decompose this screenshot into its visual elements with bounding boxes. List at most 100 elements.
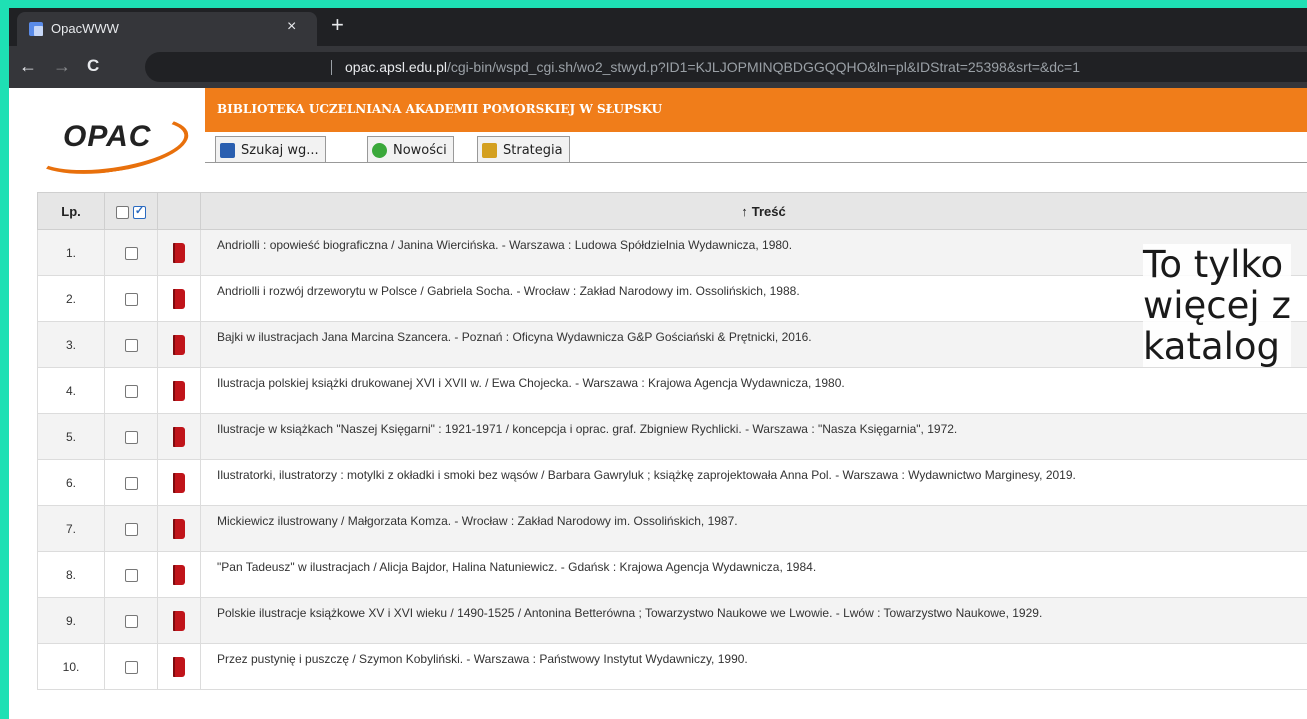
overlay-line: więcej z bbox=[1143, 284, 1291, 327]
tab-label: Strategia bbox=[503, 142, 563, 158]
tab-strategia[interactable]: Strategia bbox=[477, 136, 570, 163]
tab-szukaj[interactable]: Szukaj wg... bbox=[215, 136, 326, 163]
column-header-type bbox=[157, 192, 201, 230]
book-icon[interactable] bbox=[173, 518, 185, 539]
row-type-cell bbox=[157, 505, 201, 552]
row-type-cell bbox=[157, 275, 201, 322]
tresc-label: Treść bbox=[751, 203, 786, 219]
tab-label: Nowości bbox=[393, 142, 447, 158]
row-number: 1. bbox=[37, 229, 105, 276]
row-tresc[interactable]: Mickiewicz ilustrowany / Małgorzata Komz… bbox=[200, 505, 1307, 552]
row-tresc[interactable]: Przez pustynię i puszczę / Szymon Kobyli… bbox=[200, 643, 1307, 690]
url-host: opac.apsl.edu.pl bbox=[345, 59, 447, 75]
book-icon[interactable] bbox=[173, 380, 185, 401]
tab-nowosci[interactable]: Nowości bbox=[367, 136, 454, 163]
sort-up-icon: ↑ bbox=[741, 203, 748, 219]
address-bar[interactable]: opac.apsl.edu.pl/cgi-bin/wspd_cgi.sh/wo2… bbox=[145, 52, 1307, 82]
row-checkbox[interactable] bbox=[124, 522, 138, 536]
forward-arrow-icon[interactable]: → bbox=[53, 56, 71, 76]
row-type-cell bbox=[157, 597, 201, 644]
row-number: 5. bbox=[37, 413, 105, 460]
row-select-cell bbox=[104, 459, 158, 506]
table-row: 8. "Pan Tadeusz" w ilustracjach / Alicja … bbox=[37, 551, 1307, 598]
row-tresc[interactable]: Bajki w ilustracjach Jana Marcina Szance… bbox=[200, 321, 1307, 368]
overlay-line: To tylko bbox=[1143, 243, 1284, 286]
browser-toolbar: ← → C opac.apsl.edu.pl/cgi-bin/wspd_cgi.… bbox=[9, 46, 1307, 88]
row-type-cell bbox=[157, 459, 201, 506]
row-tresc[interactable]: Ilustracje w książkach "Naszej Księgarni… bbox=[200, 413, 1307, 460]
book-icon[interactable] bbox=[173, 656, 185, 677]
browser-tab[interactable]: OpacWWW × bbox=[17, 12, 317, 46]
row-checkbox[interactable] bbox=[124, 384, 138, 398]
table-row: 10. Przez pustynię i puszczę / Szymon Kob… bbox=[37, 643, 1307, 690]
tab-label: Szukaj wg... bbox=[241, 142, 319, 158]
row-select-cell bbox=[104, 597, 158, 644]
browser-tab-bar: OpacWWW × + bbox=[9, 8, 1307, 46]
url-text: opac.apsl.edu.pl/cgi-bin/wspd_cgi.sh/wo2… bbox=[345, 59, 1080, 75]
url-path: /cgi-bin/wspd_cgi.sh/wo2_stwyd.p?ID1=KJL… bbox=[446, 59, 1080, 75]
row-tresc[interactable]: "Pan Tadeusz" w ilustracjach / Alicja Ba… bbox=[200, 551, 1307, 598]
row-tresc[interactable]: Andriolli : opowieść biograficzna / Jani… bbox=[200, 229, 1307, 276]
opac-logo[interactable]: OPAC bbox=[63, 120, 151, 154]
table-row: 2. Andriolli i rozwój drzeworytu w Polsce… bbox=[37, 275, 1307, 322]
book-icon[interactable] bbox=[173, 564, 185, 585]
select-all-checkbox[interactable] bbox=[132, 204, 146, 219]
row-checkbox[interactable] bbox=[124, 338, 138, 352]
nav-divider bbox=[205, 162, 1307, 163]
row-type-cell bbox=[157, 413, 201, 460]
table-row: 1. Andriolli : opowieść biograficzna / Ja… bbox=[37, 229, 1307, 276]
select-none-checkbox[interactable] bbox=[116, 205, 130, 219]
book-icon[interactable] bbox=[173, 334, 185, 355]
back-arrow-icon[interactable]: ← bbox=[19, 56, 37, 76]
overlay-caption: To tylko więcej z katalog bbox=[1143, 244, 1291, 367]
book-icon[interactable] bbox=[173, 472, 185, 493]
row-type-cell bbox=[157, 229, 201, 276]
row-type-cell bbox=[157, 551, 201, 598]
row-number: 9. bbox=[37, 597, 105, 644]
row-select-cell bbox=[104, 275, 158, 322]
book-icon[interactable] bbox=[173, 242, 185, 263]
row-checkbox[interactable] bbox=[124, 292, 138, 306]
row-tresc[interactable]: Ilustracja polskiej książki drukowanej X… bbox=[200, 367, 1307, 414]
row-select-cell bbox=[104, 505, 158, 552]
book-stack-icon bbox=[482, 142, 497, 158]
favicon-icon bbox=[29, 22, 43, 36]
row-tresc[interactable]: Polskie ilustracje książkowe XV i XVI wi… bbox=[200, 597, 1307, 644]
close-tab-icon[interactable]: × bbox=[287, 18, 296, 36]
column-header-tresc[interactable]: ↑ Treść bbox=[200, 192, 1307, 230]
row-type-cell bbox=[157, 643, 201, 690]
book-icon[interactable] bbox=[173, 288, 185, 309]
new-tab-button[interactable]: + bbox=[331, 14, 344, 36]
row-select-cell bbox=[104, 229, 158, 276]
row-number: 2. bbox=[37, 275, 105, 322]
row-tresc[interactable]: Ilustratorki, ilustratorzy : motylki z o… bbox=[200, 459, 1307, 506]
row-checkbox[interactable] bbox=[124, 430, 138, 444]
table-row: 6. Ilustratorki, ilustratorzy : motylki z… bbox=[37, 459, 1307, 506]
row-checkbox[interactable] bbox=[124, 246, 138, 260]
row-number: 10. bbox=[37, 643, 105, 690]
row-select-cell bbox=[104, 321, 158, 368]
column-header-select bbox=[104, 192, 158, 230]
row-select-cell bbox=[104, 551, 158, 598]
book-icon[interactable] bbox=[173, 426, 185, 447]
results-table: Lp. ↑Treść 1. Andriolli : opowieść biogra… bbox=[37, 192, 1307, 690]
row-type-cell bbox=[157, 321, 201, 368]
globe-search-icon bbox=[372, 142, 387, 158]
book-icon[interactable] bbox=[173, 610, 185, 631]
reload-icon[interactable]: C bbox=[87, 56, 99, 76]
catalog-nav: Szukaj wg... Nowości Strategia bbox=[205, 132, 1307, 176]
row-checkbox[interactable] bbox=[124, 660, 138, 674]
table-row: 5. Ilustracje w książkach "Naszej Księgar… bbox=[37, 413, 1307, 460]
library-banner: BIBLIOTEKA UCZELNIANA AKADEMII POMORSKIE… bbox=[205, 88, 1307, 132]
row-tresc[interactable]: Andriolli i rozwój drzeworytu w Polsce /… bbox=[200, 275, 1307, 322]
column-header-lp[interactable]: Lp. bbox=[37, 192, 105, 230]
table-row: 9. Polskie ilustracje książkowe XV i XVI … bbox=[37, 597, 1307, 644]
row-checkbox[interactable] bbox=[124, 476, 138, 490]
row-number: 4. bbox=[37, 367, 105, 414]
row-checkbox[interactable] bbox=[124, 614, 138, 628]
row-checkbox[interactable] bbox=[124, 568, 138, 582]
row-select-cell bbox=[104, 413, 158, 460]
row-select-cell bbox=[104, 367, 158, 414]
overlay-line: katalog bbox=[1143, 325, 1281, 368]
row-select-cell bbox=[104, 643, 158, 690]
